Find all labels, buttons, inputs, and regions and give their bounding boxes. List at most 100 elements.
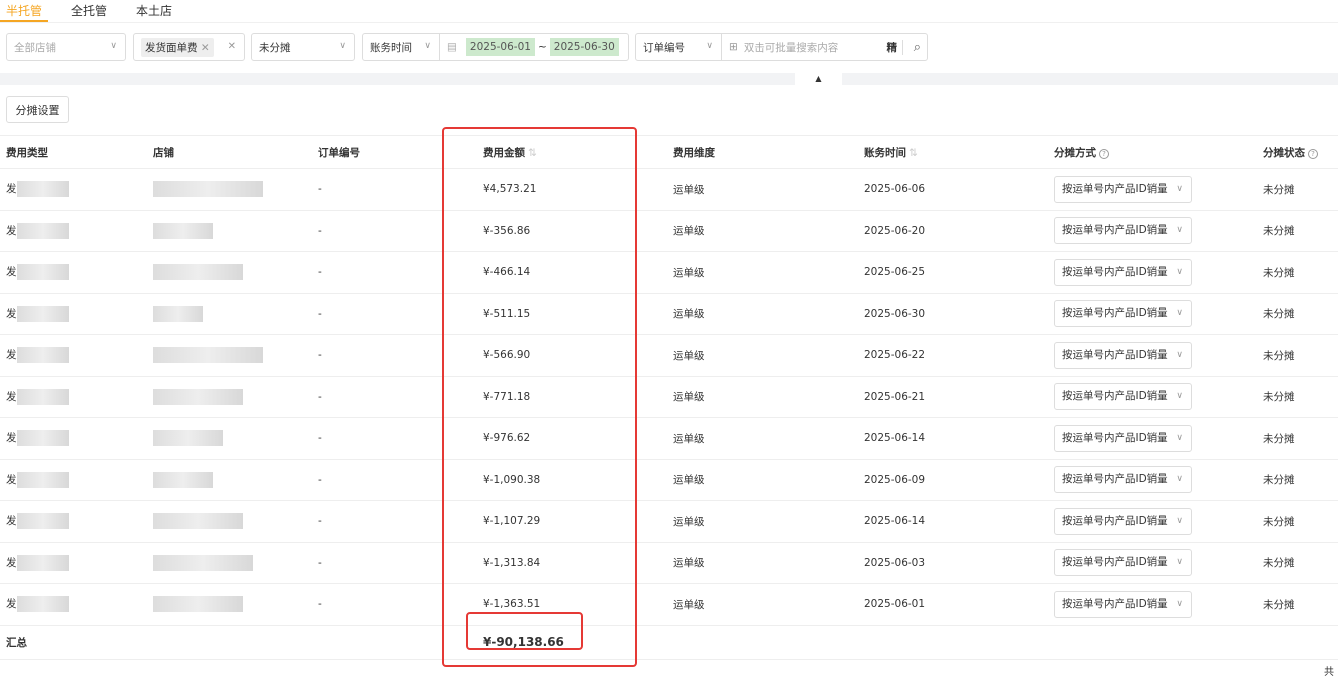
fee-type-cell: 发 <box>0 376 147 418</box>
method-select[interactable]: 按运单号内产品ID销量 ∨ <box>1054 590 1192 618</box>
shop-cell <box>147 417 312 460</box>
highlight-amount-column <box>442 127 637 667</box>
method-select[interactable]: 按运单号内产品ID销量 ∨ <box>1054 300 1192 328</box>
blurred-shop <box>153 305 203 322</box>
search-input[interactable]: ⊞ 双击可批量搜索内容 精 ⌕ <box>721 33 928 61</box>
tab-semi-managed[interactable]: 半托管 <box>0 0 49 22</box>
chevron-down-icon: ∨ <box>1176 391 1183 402</box>
date-cell: 2025-06-03 <box>858 542 1048 584</box>
blurred-shop <box>153 596 243 613</box>
blurred-content <box>16 264 69 281</box>
shop-cell <box>147 583 312 626</box>
table-row: 发 - ¥-511.15 运单级 2025-06-30 按运单号内产品ID销量 ∨ 未分摊 <box>0 293 1338 335</box>
date-end[interactable]: 2025-06-30 <box>549 38 619 56</box>
status-cell: 未分摊 <box>1257 293 1338 335</box>
table-row: 发 - ¥-1,363.51 运单级 2025-06-01 按运单号内产品ID销量 ∨ 未分摊 <box>0 583 1338 626</box>
date-cell: 2025-06-01 <box>858 583 1048 626</box>
shop-cell <box>147 334 312 377</box>
search-icon[interactable]: ⌕ <box>914 40 921 55</box>
shop-cell <box>147 251 312 294</box>
search-field-select[interactable]: 订单编号 ∨ <box>635 33 722 61</box>
chevron-down-icon: ∨ <box>1176 183 1183 194</box>
blurred-content <box>16 305 69 322</box>
date-cell: 2025-06-09 <box>858 459 1048 501</box>
col-dimension: 费用维度 <box>667 135 858 169</box>
fee-type-cell: 发 <box>0 417 147 460</box>
pagination-total: 共 <box>1324 667 1334 678</box>
date-cell: 2025-06-25 <box>858 251 1048 294</box>
blurred-shop <box>153 513 243 530</box>
method-select[interactable]: 按运单号内产品ID销量 ∨ <box>1054 466 1192 494</box>
status-select[interactable]: 未分摊 ∨ <box>251 33 355 61</box>
method-select[interactable]: 按运单号内产品ID销量 ∨ <box>1054 217 1192 245</box>
method-select[interactable]: 按运单号内产品ID销量 ∨ <box>1054 175 1192 203</box>
calendar-icon: ▤ <box>447 41 457 53</box>
col-status: 分摊状态? <box>1257 135 1338 169</box>
shop-select[interactable]: 全部店铺 ∨ <box>6 33 126 61</box>
date-range-picker[interactable]: ▤ 2025-06-01 ~ 2025-06-30 <box>439 33 629 61</box>
fee-type-cell: 发 <box>0 583 147 626</box>
clear-icon[interactable]: ✕ <box>228 41 236 52</box>
table-row: 发 - ¥4,573.21 运单级 2025-06-06 按运单号内产品ID销量 ∨ 未分摊 <box>0 168 1338 211</box>
dimension-cell: 运单级 <box>667 376 858 418</box>
dimension-cell: 运单级 <box>667 583 858 626</box>
chevron-down-icon: ∨ <box>1176 225 1183 236</box>
blurred-shop <box>153 554 253 571</box>
time-type-select[interactable]: 账务时间 ∨ <box>362 33 440 61</box>
blurred-content <box>16 513 69 530</box>
chevron-down-icon: ∨ <box>1176 266 1183 277</box>
method-cell: 按运单号内产品ID销量 ∨ <box>1048 210 1257 252</box>
collapse-filter-toggle[interactable]: ▲ <box>795 73 842 85</box>
method-select[interactable]: 按运单号内产品ID销量 ∨ <box>1054 383 1192 411</box>
method-select[interactable]: 按运单号内产品ID销量 ∨ <box>1054 549 1192 577</box>
blurred-shop <box>153 471 213 488</box>
search-field-value: 订单编号 <box>643 41 685 54</box>
sort-icon[interactable]: ⇅ <box>909 147 918 159</box>
blurred-shop <box>153 264 243 281</box>
method-cell: 按运单号内产品ID销量 ∨ <box>1048 376 1257 418</box>
table-row: 发 - ¥-1,313.84 运单级 2025-06-03 按运单号内产品ID销量 ∨ 未分摊 <box>0 542 1338 584</box>
fee-type-select[interactable]: 发货面单费 ✕ ✕ <box>133 33 245 61</box>
col-fee-type: 费用类型 <box>0 135 147 169</box>
dimension-cell: 运单级 <box>667 334 858 377</box>
table-row: 发 - ¥-1,090.38 运单级 2025-06-09 按运单号内产品ID销量 ∨ 未分摊 <box>0 459 1338 501</box>
tab-local-store[interactable]: 本土店 <box>130 0 178 22</box>
col-shop: 店铺 <box>147 135 312 169</box>
col-date[interactable]: 账务时间 ⇅ <box>858 135 1048 169</box>
shop-cell <box>147 293 312 335</box>
dimension-cell: 运单级 <box>667 542 858 584</box>
table-row: 发 - ¥-1,107.29 运单级 2025-06-14 按运单号内产品ID销量 ∨ 未分摊 <box>0 500 1338 543</box>
blurred-content <box>16 430 69 447</box>
method-select[interactable]: 按运单号内产品ID销量 ∨ <box>1054 258 1192 286</box>
status-cell: 未分摊 <box>1257 251 1338 294</box>
shop-cell <box>147 210 312 252</box>
exact-match-toggle[interactable]: 精 <box>887 40 898 55</box>
chevron-down-icon: ∨ <box>110 41 117 51</box>
tab-fully-managed[interactable]: 全托管 <box>65 0 113 22</box>
batch-grid-icon[interactable]: ⊞ <box>729 41 738 53</box>
chip-remove-icon[interactable]: ✕ <box>201 42 210 54</box>
date-start[interactable]: 2025-06-01 <box>465 38 535 56</box>
status-value: 未分摊 <box>259 41 291 54</box>
search-placeholder: 双击可批量搜索内容 <box>743 41 839 54</box>
fee-type-cell: 发 <box>0 251 147 294</box>
blurred-content <box>16 471 69 488</box>
chevron-down-icon: ∨ <box>424 41 431 51</box>
dimension-cell: 运单级 <box>667 500 858 543</box>
help-icon[interactable]: ? <box>1308 148 1318 159</box>
status-cell: 未分摊 <box>1257 210 1338 252</box>
method-select[interactable]: 按运单号内产品ID销量 ∨ <box>1054 341 1192 369</box>
method-select[interactable]: 按运单号内产品ID销量 ∨ <box>1054 424 1192 452</box>
date-cell: 2025-06-20 <box>858 210 1048 252</box>
allocation-settings-button[interactable]: 分摊设置 <box>6 96 69 123</box>
blurred-content <box>16 388 69 405</box>
blurred-content <box>16 347 69 364</box>
blurred-shop <box>153 347 263 364</box>
dimension-cell: 运单级 <box>667 293 858 335</box>
method-cell: 按运单号内产品ID销量 ∨ <box>1048 500 1257 543</box>
status-cell: 未分摊 <box>1257 168 1338 211</box>
help-icon[interactable]: ? <box>1099 148 1109 159</box>
fee-type-cell: 发 <box>0 168 147 211</box>
method-select[interactable]: 按运单号内产品ID销量 ∨ <box>1054 507 1192 535</box>
blurred-shop <box>153 430 223 447</box>
